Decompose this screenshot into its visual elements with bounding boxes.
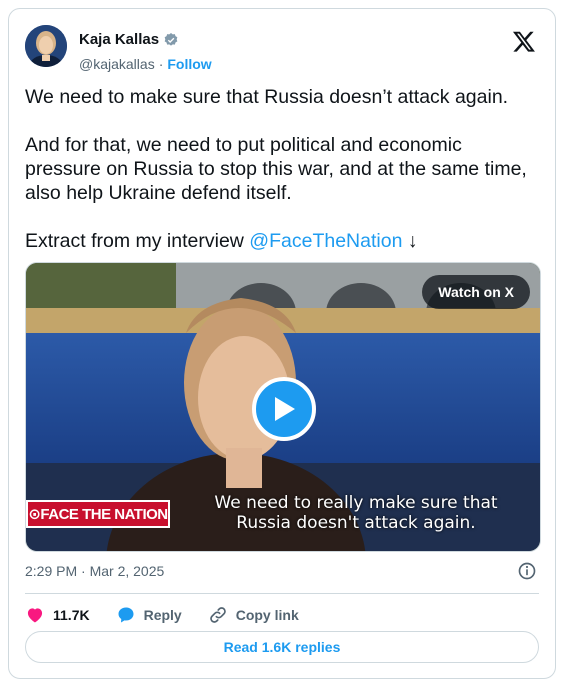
read-replies-button[interactable]: Read 1.6K replies <box>25 631 539 663</box>
mention-link[interactable]: @FaceTheNation <box>249 230 402 252</box>
x-logo-icon[interactable] <box>511 29 537 55</box>
video-caption: We need to really make sure that Russia … <box>206 493 506 533</box>
tweet-text: We need to make sure that Russia doesn’t… <box>25 85 541 277</box>
tweet-header: Kaja Kallas @kajakallas · Follow <box>25 21 539 72</box>
video-player[interactable]: Watch on X ⊙FACE THE NATION We need to r… <box>25 262 541 552</box>
watch-on-x-button[interactable]: Watch on X <box>422 275 530 309</box>
heart-icon <box>27 608 43 623</box>
copy-link-button[interactable]: Copy link <box>208 605 299 625</box>
play-button[interactable] <box>252 377 316 441</box>
caption-line-1: We need to really make sure that <box>214 493 498 513</box>
tweet-timestamp[interactable]: 2:29 PM · Mar 2, 2025 <box>25 563 164 579</box>
author-handle[interactable]: @kajakallas <box>79 56 155 72</box>
caption-line-2: Russia doesn't attack again. <box>236 513 476 533</box>
divider <box>25 593 539 594</box>
action-bar: 11.7K Reply Copy link <box>25 601 299 629</box>
tweet-paragraph-2: And for that, we need to put political a… <box>25 134 527 204</box>
reply-button[interactable]: Reply <box>116 605 182 625</box>
reply-label: Reply <box>143 607 182 623</box>
tweet-paragraph-3-prefix: Extract from my interview <box>25 230 250 252</box>
author-name-row: Kaja Kallas <box>79 31 179 48</box>
like-button[interactable]: 11.7K <box>25 605 90 625</box>
follow-button[interactable]: Follow <box>167 56 211 72</box>
avatar[interactable] <box>25 25 67 67</box>
like-count: 11.7K <box>53 607 90 623</box>
tweet-paragraph-3: Extract from my interview @FaceTheNation… <box>25 229 541 253</box>
verified-badge-icon <box>164 32 178 46</box>
copy-link-label: Copy link <box>235 607 299 623</box>
tweet-paragraph-1: We need to make sure that Russia doesn’t… <box>25 86 509 108</box>
link-icon <box>209 607 226 623</box>
reply-bubble-icon <box>118 607 134 623</box>
face-the-nation-logo: ⊙FACE THE NATION <box>26 500 170 528</box>
author-name[interactable]: Kaja Kallas <box>79 31 159 48</box>
separator-dot: · <box>158 56 164 72</box>
author-handle-row: @kajakallas · Follow <box>79 56 212 72</box>
play-icon <box>275 397 295 421</box>
info-icon[interactable] <box>517 561 537 581</box>
down-arrow: ↓ <box>402 230 418 252</box>
tweet-card: Kaja Kallas @kajakallas · Follow We need… <box>8 8 556 679</box>
